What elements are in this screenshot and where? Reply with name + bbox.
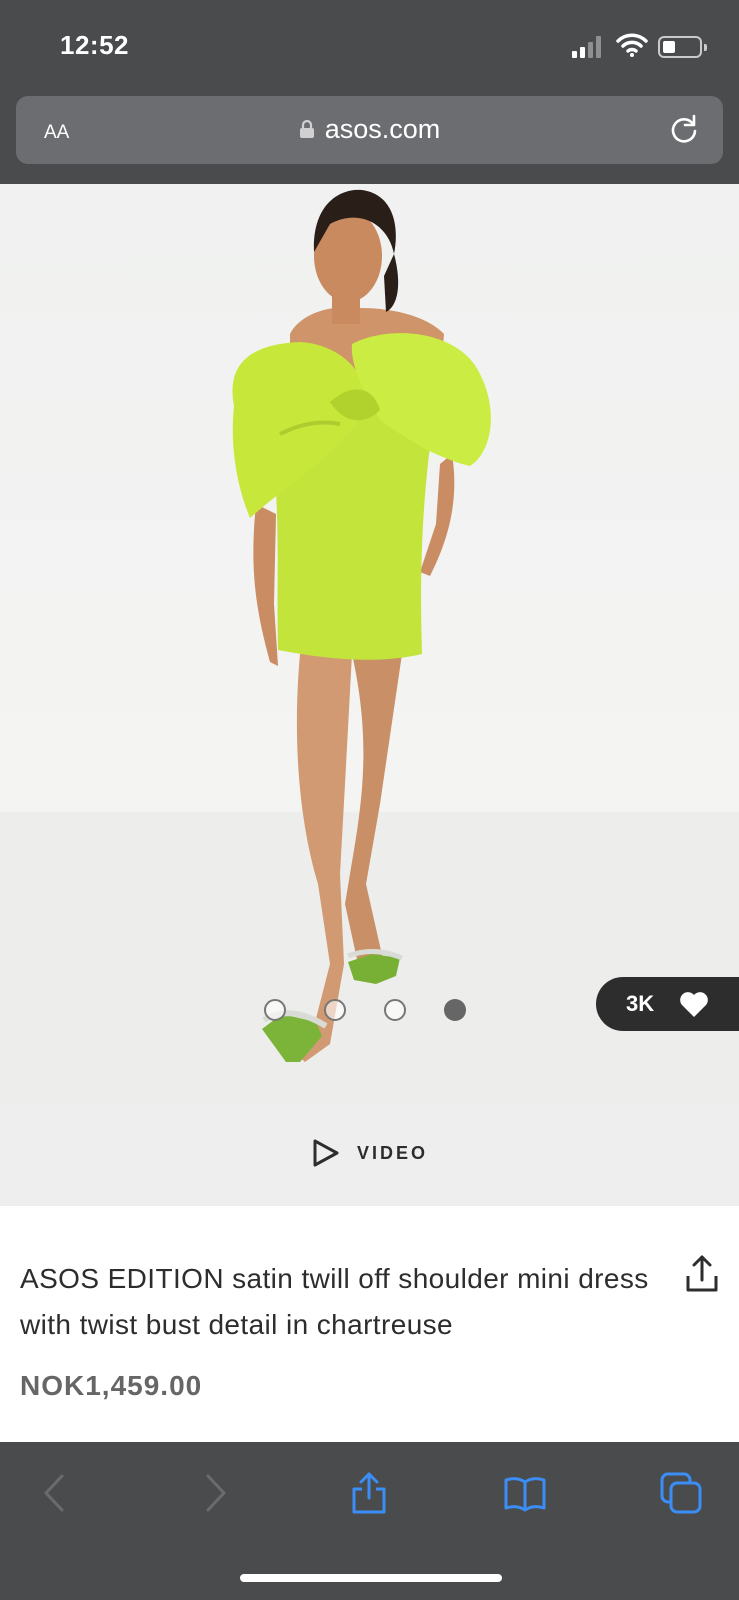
cellular-signal-icon (572, 36, 606, 58)
product-photo (0, 189, 739, 1104)
gallery-dot-1[interactable] (264, 999, 286, 1021)
gallery-dot-4[interactable] (444, 999, 466, 1021)
product-price: NOK1,459.00 (20, 1370, 203, 1401)
url-display[interactable]: asos.com (16, 114, 723, 145)
wifi-icon (616, 33, 648, 57)
likes-count: 3K (626, 991, 655, 1016)
gallery-dot-2[interactable] (324, 999, 346, 1021)
tabs-icon[interactable] (660, 1472, 702, 1514)
play-icon (313, 1139, 339, 1167)
address-bar[interactable]: AA asos.com (16, 96, 723, 164)
gallery-pagination (264, 999, 474, 1023)
save-for-later-button[interactable]: 3K (596, 977, 739, 1031)
browser-address-area: AA asos.com (0, 92, 739, 184)
browser-toolbar (0, 1442, 739, 1600)
status-time: 12:52 (60, 30, 129, 60)
gallery-dot-3[interactable] (384, 999, 406, 1021)
reload-icon[interactable] (667, 112, 701, 146)
forward-icon[interactable] (194, 1472, 236, 1514)
product-image-gallery[interactable]: 3K (0, 184, 739, 1104)
product-title: ASOS EDITION satin twill off shoulder mi… (20, 1263, 649, 1340)
domain-text: asos.com (324, 114, 441, 144)
back-icon[interactable] (34, 1472, 76, 1514)
share-sheet-icon[interactable] (348, 1472, 390, 1514)
battery-icon (658, 36, 707, 58)
bookmarks-icon[interactable] (504, 1472, 546, 1514)
lock-icon (299, 119, 314, 138)
product-info: ASOS EDITION satin twill off shoulder mi… (0, 1206, 739, 1442)
video-button[interactable]: VIDEO (0, 1104, 739, 1206)
share-icon[interactable] (684, 1254, 720, 1294)
heart-icon (680, 992, 708, 1017)
status-bar: 12:52 (0, 0, 739, 92)
home-indicator (240, 1574, 502, 1582)
video-label: VIDEO (356, 1142, 428, 1163)
